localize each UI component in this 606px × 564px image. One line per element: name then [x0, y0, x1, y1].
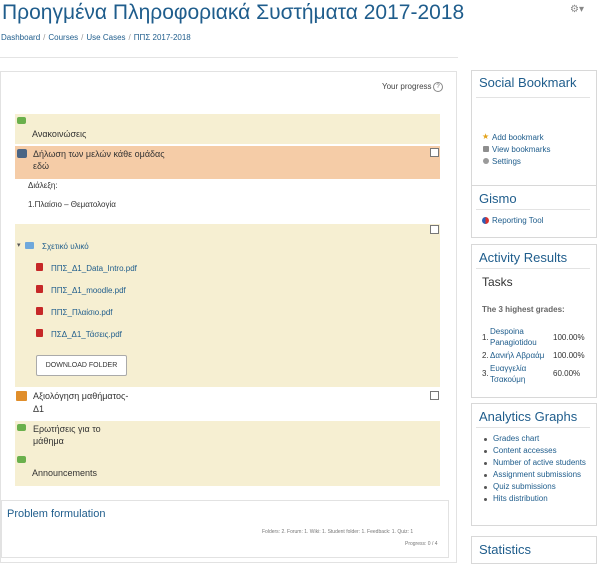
block-divider [476, 427, 590, 428]
grade-name-line2[interactable]: Τσακούμη [490, 375, 525, 384]
block-title: Gismo [479, 191, 517, 206]
tasks-heading: Tasks [482, 275, 513, 289]
bullet-icon [484, 486, 487, 489]
block-title: Statistics [479, 542, 532, 557]
file-link[interactable]: ΠΠΣ_Πλαίσιο.pdf [51, 308, 113, 317]
grade-rank: 1. [482, 333, 489, 342]
quiz-submissions-link[interactable]: Quiz submissions [493, 482, 556, 491]
folder-name[interactable]: Σχετικό υλικό [42, 242, 89, 251]
forum-icon [17, 117, 26, 124]
activity-progress: Progress: 0 / 4 [405, 541, 438, 547]
breadcrumb-separator: / [81, 33, 84, 42]
bullet-icon [484, 498, 487, 501]
file-link[interactable]: ΠΠΣ_Δ1_Data_Intro.pdf [51, 264, 137, 273]
completion-checkbox[interactable] [430, 391, 439, 400]
star-icon: ★ [482, 132, 490, 141]
announcements-en-link[interactable]: Announcements [32, 468, 97, 478]
settings-icon [483, 158, 489, 164]
download-folder-button[interactable]: DOWNLOAD FOLDER [36, 355, 127, 376]
grade-name[interactable]: Δανιήλ Αβραάμ [490, 351, 544, 360]
breadcrumb-courses[interactable]: Courses [48, 33, 78, 42]
chevron-down-icon[interactable]: ▾ [17, 241, 21, 249]
pdf-icon [36, 329, 43, 337]
header-divider [0, 57, 458, 58]
help-icon[interactable]: ? [433, 82, 443, 92]
reporting-tool-icon [482, 217, 489, 224]
grade-value: 60.00% [553, 369, 581, 378]
view-bookmarks-link[interactable]: View bookmarks [492, 145, 551, 154]
grade-name[interactable]: Despoina [490, 327, 524, 336]
grade-name-line2[interactable]: Panagiotidou [490, 338, 537, 347]
active-students-link[interactable]: Number of active students [493, 458, 586, 467]
lecture-topic: 1.Πλαίσιο – Θεματολογία [28, 200, 116, 209]
progress-label: Your progress [382, 82, 432, 91]
questions-link-line2[interactable]: μάθημα [33, 436, 64, 446]
add-bookmark-link[interactable]: Add bookmark [492, 133, 544, 142]
choice-icon [17, 149, 27, 158]
grades-chart-link[interactable]: Grades chart [493, 434, 539, 443]
breadcrumb-use-cases[interactable]: Use Cases [86, 33, 125, 42]
block-divider [476, 97, 590, 98]
pdf-icon [36, 263, 43, 271]
settings-link[interactable]: Settings [492, 157, 521, 166]
breadcrumb: Dashboard / Courses / Use Cases / ΠΠΣ 2017-201… [1, 33, 191, 42]
members-declaration-link[interactable]: Δήλωση των μελών κάθε ομάδας [33, 149, 165, 159]
file-link[interactable]: ΠΠΣ_Δ1_moodle.pdf [51, 286, 126, 295]
activity-summary: Folders: 2. Forum: 1. Wiki: 1. Student f… [262, 529, 414, 535]
grade-rank: 3. [482, 369, 489, 378]
page-title: Προηγμένα Πληροφοριακά Συστήματα 2017-20… [2, 1, 465, 24]
breadcrumb-separator: / [128, 33, 131, 42]
questions-link[interactable]: Ερωτήσεις για το [33, 424, 101, 434]
members-declaration-link-line2[interactable]: εδώ [33, 161, 49, 171]
hits-distribution-link[interactable]: Hits distribution [493, 494, 548, 503]
forum-icon [17, 456, 26, 463]
completion-checkbox[interactable] [430, 225, 439, 234]
bullet-icon [484, 474, 487, 477]
assignment-submissions-link[interactable]: Assignment submissions [493, 470, 581, 479]
grade-rank: 2. [482, 351, 489, 360]
gear-icon[interactable]: ⚙▾ [570, 4, 584, 15]
pdf-icon [36, 285, 43, 293]
forum-icon [17, 424, 26, 431]
block-divider [476, 209, 590, 210]
grade-value: 100.00% [553, 333, 585, 342]
feedback-icon [16, 391, 27, 401]
lecture-label: Διάλεξη: [28, 181, 58, 190]
evaluation-link-line2[interactable]: Δ1 [33, 404, 44, 414]
evaluation-link[interactable]: Αξιολόγηση μαθήματος- [33, 391, 128, 401]
block-title: Social Bookmark [479, 75, 577, 90]
file-link[interactable]: ΠΣΔ_Δ1_Τάσεις.pdf [51, 330, 122, 339]
reporting-tool-link[interactable]: Reporting Tool [492, 216, 543, 225]
grade-name[interactable]: Ευαγγελία [490, 364, 526, 373]
block-title: Activity Results [479, 250, 568, 265]
completion-checkbox[interactable] [430, 148, 439, 157]
bullet-icon [484, 438, 487, 441]
highest-grades-label: The 3 highest grades: [482, 305, 565, 314]
block-divider [476, 268, 590, 269]
bullet-icon [484, 462, 487, 465]
breadcrumb-course[interactable]: ΠΠΣ 2017-2018 [134, 33, 191, 42]
bullet-icon [484, 450, 487, 453]
pdf-icon [36, 307, 43, 315]
block-title: Analytics Graphs [479, 409, 578, 424]
problem-formulation-title[interactable]: Problem formulation [7, 508, 105, 520]
announcements-link[interactable]: Ανακοινώσεις [32, 129, 86, 139]
content-accesses-link[interactable]: Content accesses [493, 446, 557, 455]
grade-value: 100.00% [553, 351, 585, 360]
breadcrumb-dashboard[interactable]: Dashboard [1, 33, 40, 42]
list-icon [483, 146, 489, 152]
folder-icon [25, 242, 34, 249]
breadcrumb-separator: / [43, 33, 46, 42]
